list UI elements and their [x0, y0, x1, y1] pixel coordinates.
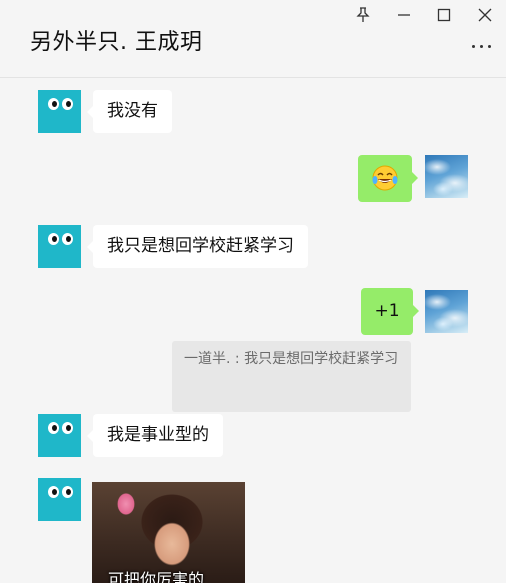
message-bubble[interactable]: 我只是想回学校赶紧学习 — [87, 225, 308, 268]
contact-avatar[interactable] — [38, 414, 81, 457]
contact-avatar[interactable] — [38, 478, 81, 521]
contact-avatar[interactable] — [38, 90, 81, 133]
maximize-icon[interactable] — [432, 4, 456, 26]
pin-icon[interactable] — [351, 4, 375, 26]
user-avatar[interactable] — [425, 290, 468, 333]
face-with-tears-of-joy-icon — [371, 164, 399, 192]
message-bubble[interactable]: +1 — [361, 288, 419, 335]
user-avatar[interactable] — [425, 155, 468, 198]
quoted-message[interactable]: 一道半. : 我只是想回学校赶紧学习 — [172, 341, 411, 412]
more-icon[interactable] — [470, 38, 494, 54]
message-bubble[interactable]: 我是事业型的 — [87, 414, 223, 457]
close-icon[interactable] — [473, 4, 497, 26]
minimize-icon[interactable] — [392, 4, 416, 26]
contact-avatar[interactable] — [38, 225, 81, 268]
message-bubble[interactable]: 我没有 — [87, 90, 172, 133]
sticker-caption: 可把你厉害的 — [108, 570, 205, 583]
chat-header: 另外半只. 王成玥 — [0, 0, 506, 78]
sticker-image[interactable]: 可把你厉害的 — [92, 482, 245, 583]
message-bubble[interactable] — [358, 155, 418, 202]
chat-title: 另外半只. 王成玥 — [30, 30, 203, 55]
